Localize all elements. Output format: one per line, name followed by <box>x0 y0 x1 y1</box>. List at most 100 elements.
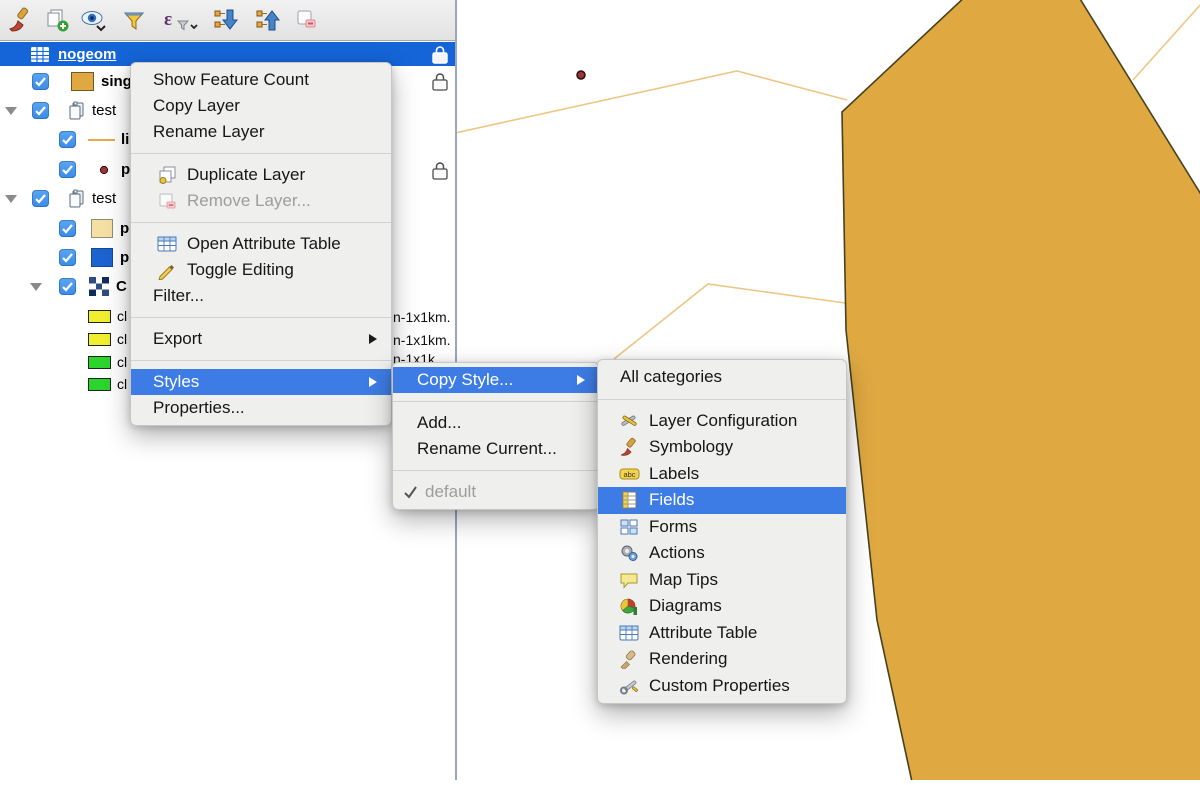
fields-icon <box>619 490 641 510</box>
menu-item-label: Filter... <box>153 286 204 306</box>
menu-item-filter[interactable]: Filter... <box>131 283 391 309</box>
manage-visibility-icon <box>79 6 109 34</box>
attribute-table-icon <box>619 623 641 643</box>
menu-item-label: Toggle Editing <box>187 260 294 280</box>
menu-item-forms[interactable]: Forms <box>598 514 846 541</box>
menu-item-attribute-table[interactable]: Attribute Table <box>598 620 846 647</box>
menu-item-duplicate-layer[interactable]: Duplicate Layer <box>131 162 391 188</box>
menu-item-label: Copy Style... <box>417 370 513 390</box>
duplicate-layer-icon <box>157 165 179 185</box>
layer-checkbox[interactable] <box>59 249 76 266</box>
filter-expression-button[interactable]: ε <box>161 5 203 35</box>
legend-label: cl <box>117 354 127 370</box>
submenu-arrow-icon <box>577 375 585 385</box>
layer-checkbox[interactable] <box>59 131 76 148</box>
layer-name: C <box>116 278 127 295</box>
submenu-arrow-icon <box>369 334 377 344</box>
menu-item-remove-layer[interactable]: Remove Layer... <box>131 188 391 214</box>
legend-swatch <box>88 310 111 323</box>
abc-label-icon: abc <box>619 464 641 484</box>
layer-checkbox[interactable] <box>32 73 49 90</box>
layer-checkbox[interactable] <box>59 278 76 295</box>
menu-item-rename-layer[interactable]: Rename Layer <box>131 119 391 145</box>
menu-item-label: Duplicate Layer <box>187 165 305 185</box>
polygon-swatch <box>91 219 113 238</box>
layer-context-menu: Show Feature Count Copy Layer Rename Lay… <box>130 62 392 426</box>
menu-item-actions[interactable]: Actions <box>598 540 846 567</box>
menu-item-layer-configuration[interactable]: Layer Configuration <box>598 408 846 435</box>
menu-item-add-style[interactable]: Add... <box>393 410 599 436</box>
expand-triangle-icon[interactable] <box>5 195 17 203</box>
layer-checkbox[interactable] <box>32 190 49 207</box>
menu-item-default-style[interactable]: default <box>393 479 599 505</box>
layer-checkbox[interactable] <box>32 102 49 119</box>
menu-item-label: Add... <box>417 413 461 433</box>
menu-item-open-attribute-table[interactable]: Open Attribute Table <box>131 231 391 257</box>
checkmark-icon <box>403 484 419 500</box>
group-name: test <box>92 102 116 119</box>
styles-submenu: Copy Style... Add... Rename Current... d… <box>392 362 600 510</box>
collapse-all-button[interactable] <box>253 5 283 35</box>
add-group-button[interactable] <box>42 5 72 35</box>
filter-legend-button[interactable] <box>119 5 149 35</box>
gears-icon <box>619 543 641 563</box>
expand-all-button[interactable] <box>211 5 241 35</box>
menu-item-map-tips[interactable]: Map Tips <box>598 567 846 594</box>
tools-icon <box>619 411 641 431</box>
open-layer-styling-icon <box>7 6 35 34</box>
menu-item-symbology[interactable]: Symbology <box>598 434 846 461</box>
manage-visibility-button[interactable] <box>79 5 109 35</box>
map-line-lower <box>614 284 845 359</box>
menu-separator <box>131 222 391 223</box>
menu-item-label: Actions <box>649 543 705 563</box>
menu-item-rename-current-style[interactable]: Rename Current... <box>393 436 599 462</box>
menu-item-label: Show Feature Count <box>153 70 309 90</box>
menu-item-copy-style[interactable]: Copy Style... <box>393 367 599 393</box>
legend-swatch <box>88 356 111 369</box>
menu-separator <box>131 360 391 361</box>
menu-item-label: Attribute Table <box>649 623 757 643</box>
menu-item-rendering[interactable]: Rendering <box>598 646 846 673</box>
attribute-table-icon <box>157 234 179 254</box>
menu-item-label: Rename Layer <box>153 122 265 142</box>
filter-legend-icon <box>120 6 148 34</box>
remove-layer-group-icon <box>293 6 321 34</box>
qgis-window: ε <box>0 0 1200 780</box>
menu-item-label: Symbology <box>649 437 733 457</box>
group-name: test <box>92 190 116 207</box>
menu-item-label: Custom Properties <box>649 676 790 696</box>
lock-icon <box>430 44 450 65</box>
menu-item-label: Rename Current... <box>417 439 557 459</box>
open-layer-styling-button[interactable] <box>6 5 36 35</box>
menu-item-diagrams[interactable]: Diagrams <box>598 593 846 620</box>
menu-item-properties[interactable]: Properties... <box>131 395 391 421</box>
layer-name: p <box>120 220 129 237</box>
add-group-icon <box>43 6 71 34</box>
expand-triangle-icon[interactable] <box>5 107 17 115</box>
menu-item-fields[interactable]: Fields <box>598 487 846 514</box>
menu-item-styles[interactable]: Styles <box>131 369 391 395</box>
menu-separator <box>598 399 846 400</box>
collapse-all-icon <box>253 6 283 34</box>
menu-item-copy-layer[interactable]: Copy Layer <box>131 93 391 119</box>
menu-item-custom-properties[interactable]: Custom Properties <box>598 673 846 700</box>
menu-item-show-feature-count[interactable]: Show Feature Count <box>131 67 391 93</box>
line-swatch <box>88 139 115 141</box>
layer-name: sing <box>101 73 132 90</box>
menu-item-labels[interactable]: abc Labels <box>598 461 846 488</box>
raster-icon <box>89 277 109 296</box>
legend-label: cl <box>117 331 127 347</box>
expand-all-icon <box>211 6 241 34</box>
remove-layer-group-button[interactable] <box>292 5 322 35</box>
menu-item-label: Forms <box>649 517 697 537</box>
menu-item-toggle-editing[interactable]: Toggle Editing <box>131 257 391 283</box>
expand-triangle-icon[interactable] <box>30 283 42 291</box>
layer-checkbox[interactable] <box>59 161 76 178</box>
menu-item-all-categories[interactable]: All categories <box>598 364 846 391</box>
diagram-icon <box>619 596 641 616</box>
polygon-swatch <box>71 72 94 91</box>
map-line-upper <box>457 71 847 133</box>
menu-item-export[interactable]: Export <box>131 326 391 352</box>
filter-expression-icon: ε <box>161 6 203 34</box>
layer-checkbox[interactable] <box>59 220 76 237</box>
